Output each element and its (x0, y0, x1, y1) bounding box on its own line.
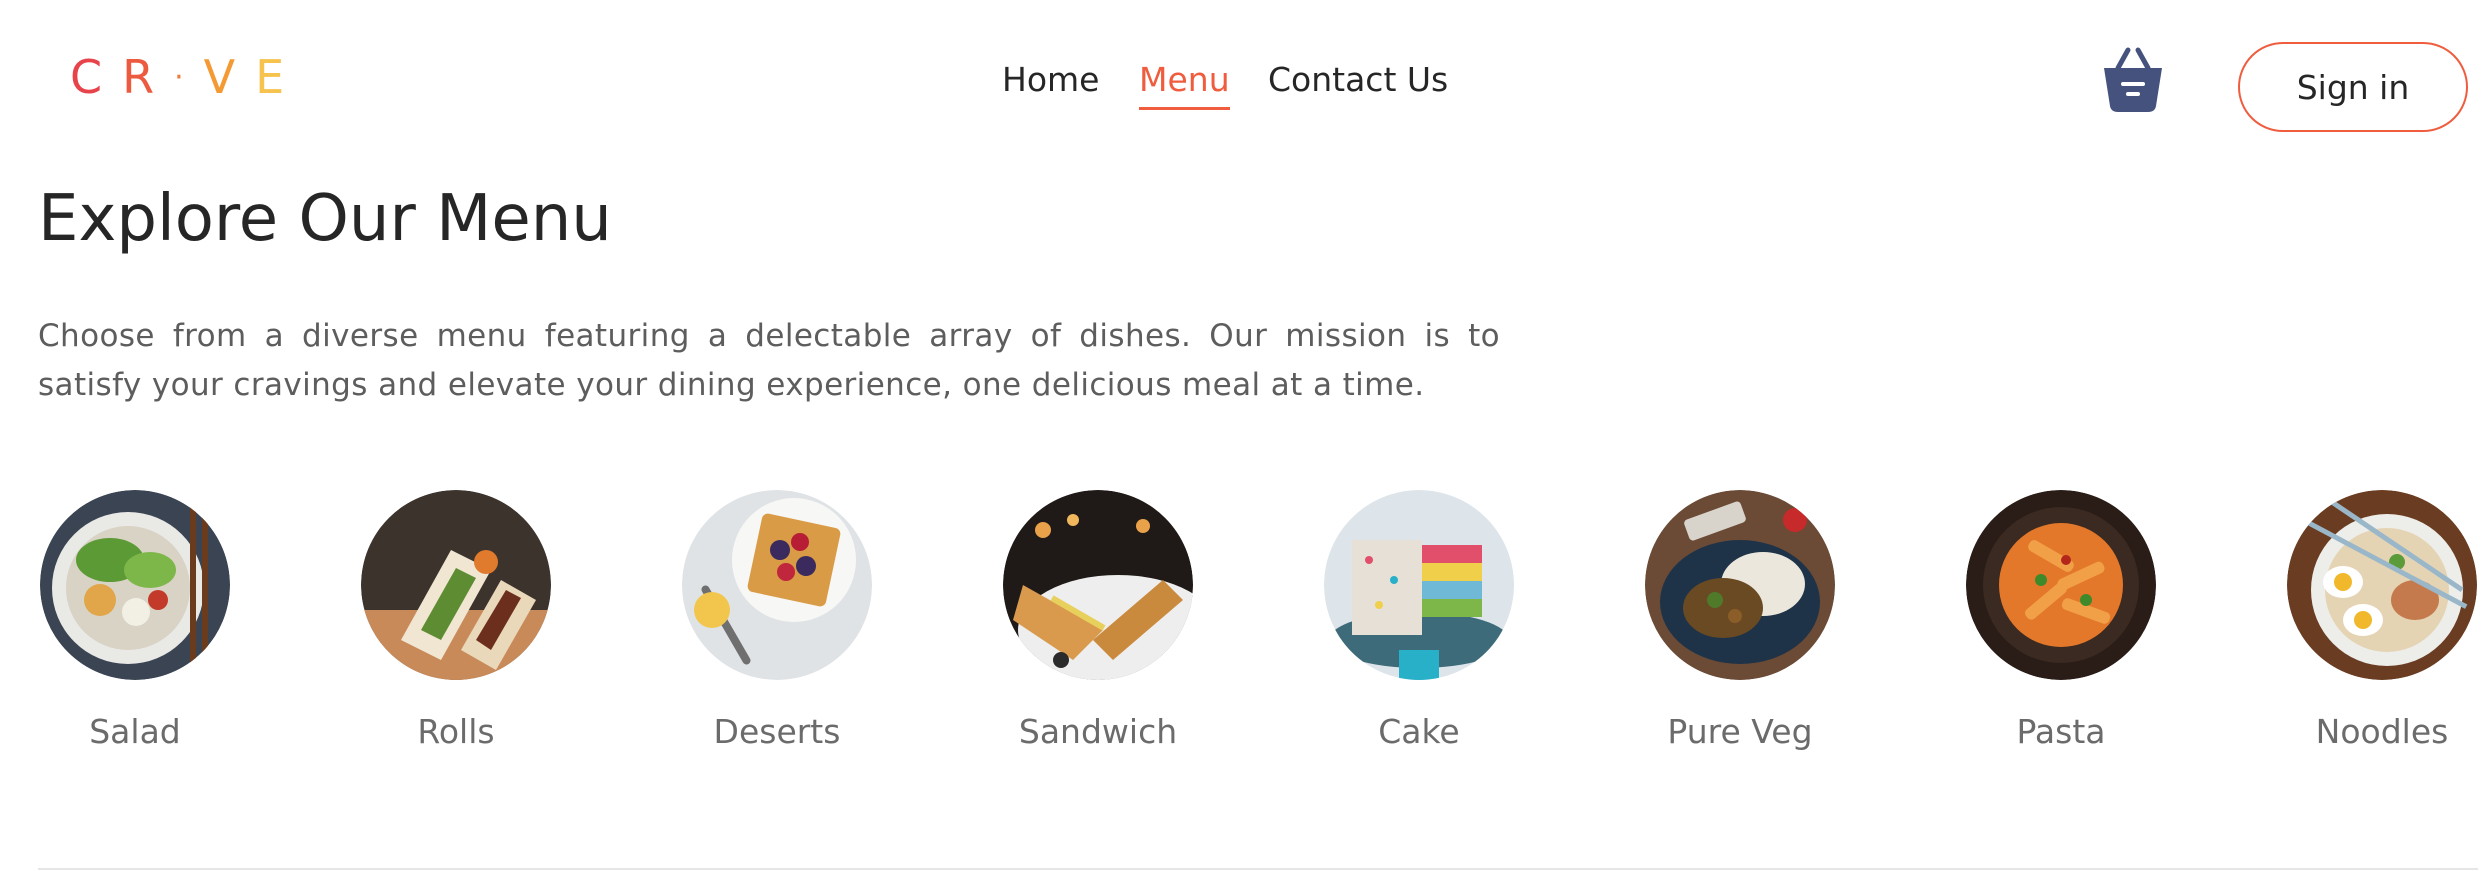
logo-letter: V (203, 50, 256, 104)
basket-icon[interactable] (2100, 44, 2166, 114)
category-item-sandwich[interactable]: Sandwich (1003, 490, 1193, 751)
salad-image (40, 490, 230, 680)
category-label: Cake (1378, 712, 1460, 751)
category-item-pasta[interactable]: Pasta (1966, 490, 2156, 751)
page-title: Explore Our Menu (38, 182, 612, 256)
nav-home[interactable]: Home (1002, 60, 1099, 99)
category-item-deserts[interactable]: Deserts (682, 490, 872, 751)
category-label: Sandwich (1018, 712, 1178, 751)
logo-letter: C (70, 50, 123, 104)
category-label: Salad (89, 712, 181, 751)
category-item-noodles[interactable]: Noodles (2287, 490, 2477, 751)
category-label: Pasta (2016, 712, 2106, 751)
sandwich-image (1003, 490, 1193, 680)
logo-letter: · (174, 60, 204, 95)
category-label: Noodles (2315, 712, 2449, 751)
menu-description: Choose from a diverse menu featuring a d… (38, 318, 1500, 403)
category-label: Pure Veg (1667, 712, 1813, 751)
category-item-salad[interactable]: Salad (40, 490, 230, 751)
cake-image (1324, 490, 1514, 680)
category-label: Deserts (713, 712, 841, 751)
pasta-image (1966, 490, 2156, 680)
category-item-cake[interactable]: Cake (1324, 490, 1514, 751)
logo-letter: R (122, 50, 175, 104)
category-list: Salad Rolls Deserts Sandwich Cake Pure V… (0, 490, 2478, 770)
category-item-rolls[interactable]: Rolls (361, 490, 551, 751)
category-label: Rolls (417, 712, 495, 751)
rolls-image (361, 490, 551, 680)
deserts-image (682, 490, 872, 680)
sign-in-button[interactable]: Sign in (2238, 42, 2468, 132)
nav-menu[interactable]: Menu (1139, 60, 1230, 110)
category-item-pure-veg[interactable]: Pure Veg (1645, 490, 1835, 751)
nav-contact[interactable]: Contact Us (1268, 60, 1448, 99)
noodles-image (2287, 490, 2477, 680)
brand-logo[interactable]: CR·VE (70, 50, 304, 104)
pure-veg-image (1645, 490, 1835, 680)
logo-letter: E (255, 50, 305, 104)
